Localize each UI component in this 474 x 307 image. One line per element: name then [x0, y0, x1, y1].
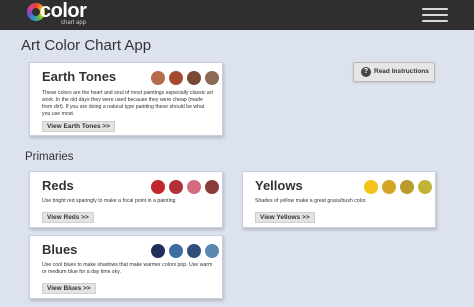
view-blues-button[interactable]: View Blues >>	[42, 283, 96, 294]
color-swatch	[169, 71, 183, 85]
section-title-primaries: Primaries	[25, 151, 74, 163]
color-swatch	[205, 244, 219, 258]
view-reds-button[interactable]: View Reds >>	[42, 212, 94, 223]
color-swatch	[187, 244, 201, 258]
card-title: Reds	[42, 178, 74, 193]
color-swatch	[400, 180, 414, 194]
question-mark-icon: ?	[361, 67, 371, 77]
color-swatch	[364, 180, 378, 194]
color-swatches	[151, 180, 219, 194]
card-title: Yellows	[255, 178, 303, 193]
hamburger-menu-icon[interactable]	[422, 8, 448, 22]
color-swatch	[418, 180, 432, 194]
card-description: Use cool blues to make shadows that make…	[42, 262, 213, 275]
color-swatch	[382, 180, 396, 194]
view-yellows-button[interactable]: View Yellows >>	[255, 212, 315, 223]
top-nav-bar: color chart app	[0, 0, 474, 30]
earth-tones-card: Earth Tones These colors are the heart a…	[29, 62, 223, 136]
color-swatch	[151, 71, 165, 85]
page-title: Art Color Chart App	[21, 37, 152, 54]
color-swatch	[187, 71, 201, 85]
card-description: Shades of yellow make a great grass/bush…	[255, 198, 367, 204]
app-logo[interactable]: color chart app	[27, 0, 87, 28]
yellows-card: Yellows Shades of yellow make a great gr…	[242, 171, 436, 228]
color-swatch	[151, 244, 165, 258]
card-title: Blues	[42, 242, 78, 257]
read-instructions-button[interactable]: ? Read Instructions	[353, 62, 435, 82]
color-swatches	[151, 244, 219, 258]
color-swatches	[151, 71, 219, 85]
color-swatches	[364, 180, 432, 194]
reds-card: Reds Use bright red sparingly to make a …	[29, 171, 223, 228]
card-description: Use bright red sparingly to make a focal…	[42, 198, 176, 204]
color-swatch	[205, 180, 219, 194]
color-swatch	[169, 244, 183, 258]
color-swatch	[169, 180, 183, 194]
view-earth-tones-button[interactable]: View Earth Tones >>	[42, 121, 115, 132]
card-description: These colors are the heart and soul of m…	[42, 90, 213, 117]
color-swatch	[187, 180, 201, 194]
color-swatch	[151, 180, 165, 194]
read-instructions-label: Read Instructions	[374, 68, 429, 75]
blues-card: Blues Use cool blues to make shadows tha…	[29, 235, 223, 299]
logo-subtitle: chart app	[61, 20, 87, 26]
color-swatch	[205, 71, 219, 85]
card-title: Earth Tones	[42, 69, 117, 84]
